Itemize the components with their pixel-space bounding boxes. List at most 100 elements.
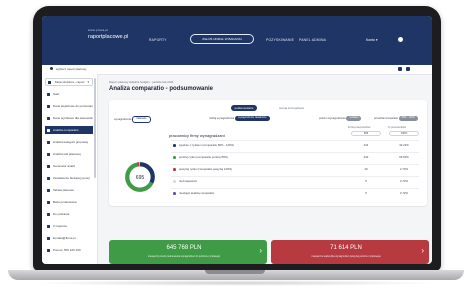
sidebar-item[interactable]: Start [45, 90, 93, 98]
sidebar-item[interactable]: kontakt@firma.pl [45, 234, 93, 242]
sidebar-scrollbar[interactable] [94, 78, 96, 178]
sidebar-item-label: Do pobrania [53, 212, 70, 216]
sidebar-item-label: O raporcie [53, 224, 68, 228]
legend-dot [173, 192, 176, 195]
nav-join-survey-button[interactable]: ZGŁOŚ UDZIAŁ W BADANIU [190, 34, 254, 44]
filter-salary[interactable]: wynagrodzenie Całkowite [114, 116, 151, 123]
menu-item-icon [47, 104, 50, 108]
total-count: 695 [351, 131, 381, 136]
filter-salary-level[interactable]: poziom wynagrodzenia mediana [319, 116, 362, 122]
sidebar-item-label: Dane wynikowe dla stanowiska [53, 116, 93, 120]
sidebar-item[interactable]: Do pobrania [45, 210, 93, 218]
sidebar-item[interactable]: Analiza luki płacowej [45, 150, 93, 158]
menu-item-icon [47, 128, 50, 132]
row-label: poniżej rynku (comparatio poniżej 80%) [179, 155, 228, 159]
chevron-down-icon: ▾ [87, 80, 89, 84]
chevron-right-icon: › [259, 246, 262, 255]
sidebar-item[interactable]: Pomoc: 500 100 100 [45, 246, 93, 254]
filter-salary-type-chip: wynagrodzenie zasadnicze [234, 116, 270, 121]
row-count: 19 [364, 167, 368, 171]
col-header-percent: % pracowników [388, 126, 407, 129]
menu-item-icon [47, 152, 50, 156]
kpi-surplus-value: 71 614 PLN [330, 245, 362, 251]
chevron-down-icon: ▾ [375, 38, 378, 42]
chevron-right-icon: › [421, 246, 424, 255]
filter-comparatio-label: przedział comparatio [374, 117, 398, 120]
kpi-surplus-over-market[interactable]: 71 614 PLN miesięczna nadwyżka wynagrodz… [271, 240, 429, 264]
employees-donut-chart: 695 [125, 162, 155, 192]
filter-comparatio-range[interactable]: przedział comparatio 80% - 120% [374, 116, 418, 122]
donut-center-value: 695 [136, 175, 145, 181]
kpi-cost-to-market[interactable]: 645 768 PLN miesięczny koszt podniesieni… [109, 240, 267, 264]
sidebar-item-label: Analiza luki płacowej [53, 152, 81, 156]
breadcrumb: Raport płacowy składnik hodgkin - paździ… [109, 80, 174, 84]
table-row[interactable]: zgodnie z rynkiem (comparatio 80% - 120%… [171, 140, 419, 149]
sidebar-item-label: Analiza kategorii grupowej [53, 140, 89, 144]
account-menu[interactable]: Konto ▾ [366, 38, 378, 42]
legend-dot [173, 168, 176, 171]
filter-salary-type-label: rodzaj wynagrodzenia [209, 117, 235, 120]
row-count: 5 [365, 179, 367, 183]
sidebar-item[interactable]: O raporcie [45, 222, 93, 230]
table-row[interactable]: niezmapowani 5 0.72% [171, 176, 419, 185]
table-row[interactable]: nieobjęci analizą comparatio 5 0.72% [171, 188, 419, 197]
filter-comparatio-chip: 80% - 120% [398, 116, 418, 121]
filter-salary-level-label: poziom wynagrodzenia [319, 117, 346, 120]
row-percent: 0.72% [400, 191, 408, 195]
menu-item-icon [47, 116, 50, 120]
nav-pozyskiwanie[interactable]: POZYSKIWANIE [266, 38, 294, 42]
sidebar-item-label: Start [53, 92, 60, 96]
menu-item-icon [47, 188, 50, 192]
filter-salary-level-chip: mediana [346, 116, 362, 121]
menu-item-icon [47, 200, 50, 204]
sidebar-item[interactable]: Generator analiz [45, 162, 93, 170]
structure-select-label: Moja struktura - raport [55, 80, 85, 84]
sidebar-item[interactable]: Zestawienie bieżącej pensji [45, 174, 93, 182]
list-icon[interactable] [406, 67, 410, 71]
sidebar-item-label: Dane wejściowe do porównania [53, 104, 93, 108]
nav-admin-panel[interactable]: PANEL ADMINA [299, 38, 326, 42]
page-title: Analiza comparatio - podsumowanie [109, 86, 214, 92]
menu-item-icon [47, 140, 50, 144]
menu-item-icon [47, 92, 50, 96]
tab-detailed[interactable]: wersja szczegółowa [279, 105, 304, 111]
sidebar-item-label: kontakt@firma.pl [53, 236, 76, 240]
main-content: Raport płacowy składnik hodgkin - paździ… [101, 74, 429, 264]
menu-item-icon [47, 164, 50, 168]
menu-item-icon [47, 236, 50, 240]
sidebar-item[interactable]: Analiza kategorii grupowej [45, 138, 93, 146]
menu-item-icon [47, 224, 50, 228]
brand-logo[interactable]: www.praca.pl raportplacowe.pl [88, 28, 128, 40]
sidebar-item[interactable]: Analiza comparatio [45, 126, 93, 134]
laptop-shadow [30, 280, 440, 286]
filter-salary-label: wynagrodzenie [114, 117, 132, 121]
filter-salary-type[interactable]: rodzaj wynagrodzenia wynagrodzenie zasad… [209, 116, 270, 122]
report-selector-label[interactable]: wybierz raport płacowy [56, 67, 87, 71]
filter-salary-chip: Całkowite [132, 116, 151, 123]
kpi-cost-caption: miesięczny koszt podniesienia wynagrodze… [147, 255, 221, 258]
globe-icon[interactable] [398, 37, 403, 42]
row-percent: 63.60% [399, 155, 409, 159]
row-label: powyżej rynku (comparatio powyżej 120%) [179, 167, 233, 171]
structure-select[interactable]: Moja struktura - raport ▾ [45, 78, 93, 86]
sidebar-item[interactable]: Dane wejściowe do porównania [45, 102, 93, 110]
sidebar-item-label: Generator analiz [53, 164, 76, 168]
sidebar-item[interactable]: Baza przelewowa [45, 198, 93, 206]
account-label: Konto [366, 38, 375, 42]
menu-item-icon [47, 176, 50, 180]
section-title: pracownicy firmy wynagradzani [169, 133, 225, 138]
table-row[interactable]: powyżej rynku (comparatio powyżej 120%) 1… [171, 164, 419, 173]
sidebar-item[interactable]: Tabela płacowa [45, 186, 93, 194]
laptop-notch [205, 270, 265, 274]
grid-icon[interactable] [398, 67, 402, 71]
row-count: 442 [363, 155, 369, 159]
row-label: nieobjęci analizą comparatio [179, 191, 215, 195]
report-bullet-icon [50, 67, 53, 70]
sidebar-item[interactable]: Dane wynikowe dla stanowiska [45, 114, 93, 122]
nav-raporty[interactable]: RAPORTY [149, 38, 167, 42]
table-row[interactable]: poniżej rynku (comparatio poniżej 80%) 44… [171, 152, 419, 161]
menu-item-icon [47, 248, 50, 252]
summary-card: podsumowanie wersja szczegółowa wynagrod… [109, 100, 427, 206]
kpi-cost-value: 645 768 PLN [166, 245, 202, 251]
tab-summary[interactable]: podsumowanie [231, 105, 257, 111]
